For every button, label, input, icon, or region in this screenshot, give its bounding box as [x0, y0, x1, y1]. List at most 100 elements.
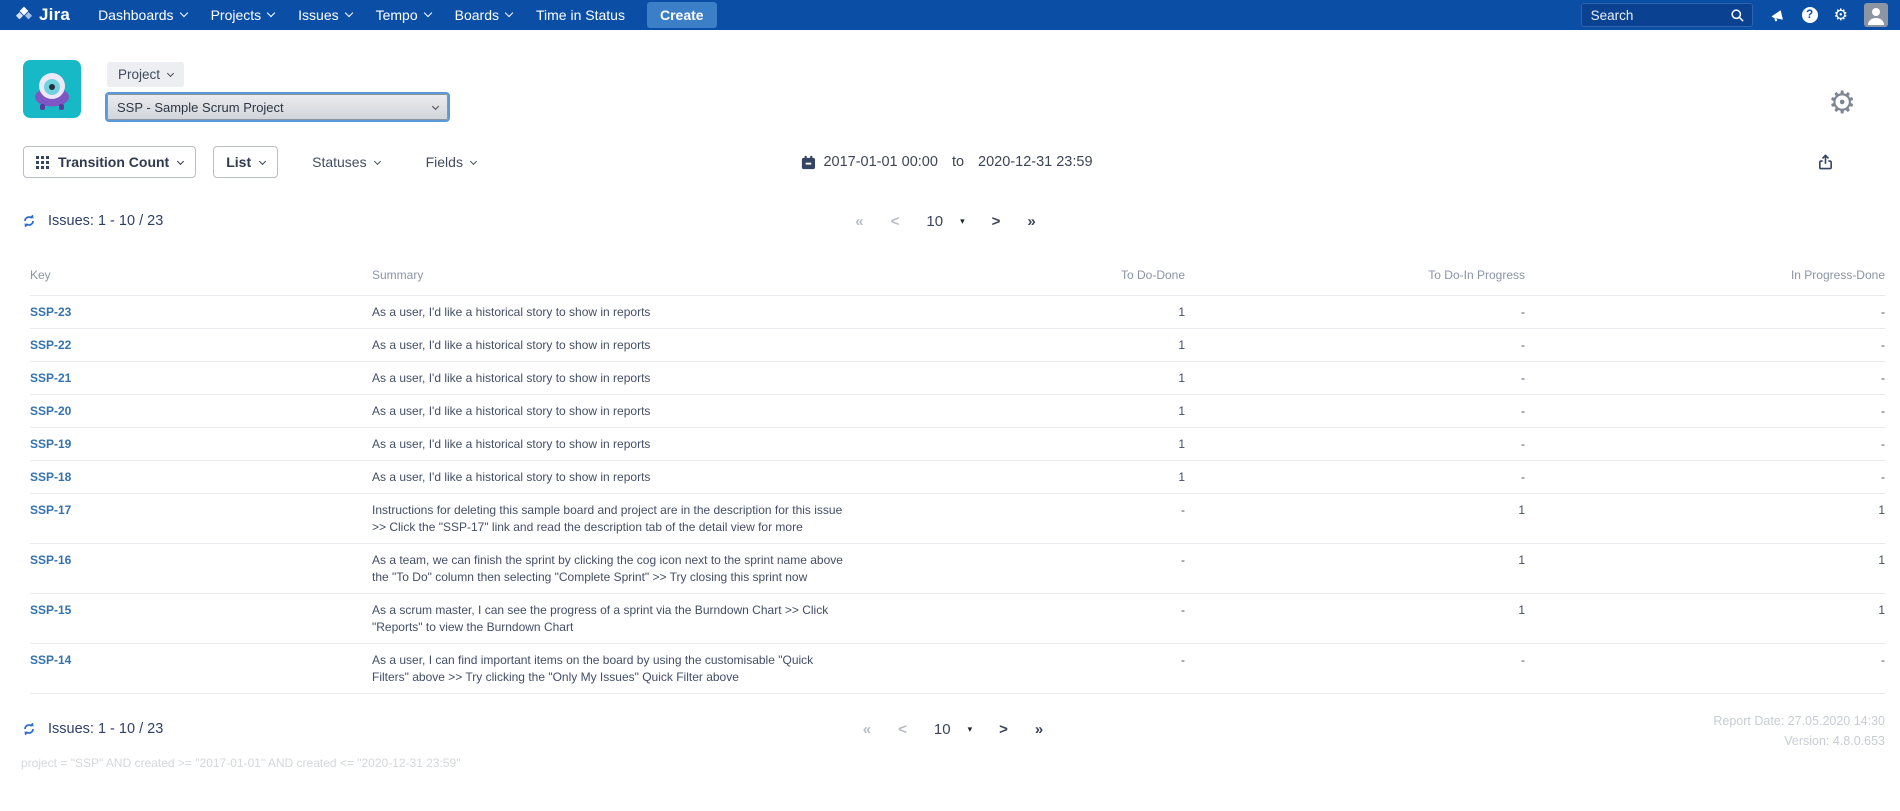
pagination-next-button[interactable]: >: [992, 213, 1001, 230]
nav-item-label: Tempo: [376, 7, 418, 23]
project-header: Project SSP - Sample Scrum Project ⚙: [0, 30, 1900, 120]
issue-key-link[interactable]: SSP-18: [30, 470, 71, 484]
issue-key-cell: SSP-17: [30, 494, 372, 544]
column-header-summary[interactable]: Summary: [372, 258, 862, 296]
chevron-down-icon: [374, 157, 381, 164]
nav-item-dashboards[interactable]: Dashboards: [86, 0, 199, 30]
nav-item-tempo[interactable]: Tempo: [364, 0, 443, 30]
issue-key-link[interactable]: SSP-19: [30, 437, 71, 451]
view-dropdown[interactable]: List: [213, 146, 278, 178]
chevron-down-icon: [505, 9, 513, 17]
issue-key-cell: SSP-16: [30, 544, 372, 594]
issue-key-link[interactable]: SSP-23: [30, 305, 71, 319]
column-header-inprogress-done[interactable]: In Progress-Done: [1525, 258, 1885, 296]
fields-dropdown[interactable]: Fields: [420, 153, 482, 171]
value-todo-inprogress: -: [1185, 296, 1525, 329]
results-bar-top: Issues: 1 - 10 / 23 « < 10 ▾ > »: [21, 210, 1870, 232]
pagination-last-button[interactable]: »: [1027, 213, 1035, 230]
project-select[interactable]: SSP - Sample Scrum Project: [107, 94, 448, 120]
jira-logo-icon: [14, 5, 34, 25]
jql-query-text: project = "SSP" AND created >= "2017-01-…: [21, 756, 1900, 770]
metric-dropdown[interactable]: Transition Count: [23, 146, 196, 178]
page-size-dropdown[interactable]: 10 ▾: [934, 721, 972, 738]
value-todo-done: 1: [862, 461, 1185, 494]
issues-count-label: Issues: 1 - 10 / 23: [48, 721, 163, 737]
issue-key-link[interactable]: SSP-16: [30, 553, 71, 567]
value-todo-done: 1: [862, 395, 1185, 428]
nav-item-label: Issues: [298, 7, 338, 23]
issue-key-cell: SSP-18: [30, 461, 372, 494]
date-from: 2017-01-01 00:00: [823, 154, 938, 170]
nav-item-label: Dashboards: [98, 7, 174, 23]
issue-key-cell: SSP-20: [30, 395, 372, 428]
report-toolbar: Transition Count List Statuses Fields 20…: [23, 146, 1870, 178]
refresh-button[interactable]: [21, 721, 37, 737]
refresh-button[interactable]: [21, 213, 37, 229]
nav-item-time-in-status[interactable]: Time in Status: [524, 0, 637, 30]
value-inprogress-done: -: [1525, 644, 1885, 694]
nav-item-issues[interactable]: Issues: [286, 0, 363, 30]
search-box: [1581, 3, 1753, 27]
value-todo-done: -: [862, 594, 1185, 644]
column-header-key[interactable]: Key: [30, 258, 372, 296]
issue-key-link[interactable]: SSP-22: [30, 338, 71, 352]
pagination-first-button[interactable]: «: [863, 721, 871, 738]
value-todo-inprogress: 1: [1185, 594, 1525, 644]
navbar-right: ? ⚙: [1581, 3, 1888, 27]
value-todo-done: 1: [862, 362, 1185, 395]
issues-table: Key Summary To Do-Done To Do-In Progress…: [30, 258, 1885, 694]
page-size-dropdown[interactable]: 10 ▾: [926, 213, 964, 230]
issue-summary: As a user, I'd like a historical story t…: [372, 329, 862, 362]
issue-key-link[interactable]: SSP-14: [30, 653, 71, 667]
help-icon[interactable]: ?: [1802, 7, 1818, 23]
issue-summary: Instructions for deleting this sample bo…: [372, 494, 862, 544]
chevron-down-icon: [267, 9, 275, 17]
report-settings-gear-icon[interactable]: ⚙: [1828, 88, 1856, 119]
pagination-first-button[interactable]: «: [855, 213, 863, 230]
value-inprogress-done: 1: [1525, 594, 1885, 644]
column-header-todo-inprogress[interactable]: To Do-In Progress: [1185, 258, 1525, 296]
search-icon[interactable]: [1730, 8, 1745, 23]
search-input[interactable]: [1589, 7, 1721, 24]
pagination-prev-button[interactable]: <: [898, 721, 907, 738]
column-header-todo-done[interactable]: To Do-Done: [862, 258, 1185, 296]
date-range-picker[interactable]: 2017-01-01 00:00 to 2020-12-31 23:59: [800, 154, 1092, 170]
pagination-top: « < 10 ▾ > »: [855, 213, 1035, 230]
issue-key-link[interactable]: SSP-17: [30, 503, 71, 517]
chevron-down-icon: [259, 157, 266, 164]
issue-key-link[interactable]: SSP-15: [30, 603, 71, 617]
issue-row: SSP-21As a user, I'd like a historical s…: [30, 362, 1885, 395]
nav-item-boards[interactable]: Boards: [443, 0, 524, 30]
pagination-last-button[interactable]: »: [1035, 721, 1043, 738]
value-todo-inprogress: -: [1185, 362, 1525, 395]
create-button[interactable]: Create: [647, 2, 717, 28]
user-avatar[interactable]: [1864, 3, 1888, 27]
value-todo-inprogress: -: [1185, 644, 1525, 694]
issue-summary: As a user, I can find important items on…: [372, 644, 862, 694]
issue-summary: As a user, I'd like a historical story t…: [372, 461, 862, 494]
issue-key-link[interactable]: SSP-20: [30, 404, 71, 418]
pagination-next-button[interactable]: >: [999, 721, 1008, 738]
announcements-icon[interactable]: [1769, 7, 1786, 23]
issues-count-label: Issues: 1 - 10 / 23: [48, 213, 163, 229]
issue-key-link[interactable]: SSP-21: [30, 371, 71, 385]
fields-dropdown-label: Fields: [426, 154, 463, 170]
caret-down-icon: ▾: [960, 216, 965, 227]
settings-gear-icon[interactable]: ⚙: [1834, 7, 1848, 23]
value-inprogress-done: -: [1525, 461, 1885, 494]
value-todo-done: -: [862, 494, 1185, 544]
jira-logo[interactable]: Jira: [14, 5, 70, 25]
chevron-down-icon: [179, 9, 187, 17]
statuses-dropdown[interactable]: Statuses: [306, 153, 385, 171]
pagination-prev-button[interactable]: <: [891, 213, 900, 230]
issue-summary: As a user, I'd like a historical story t…: [372, 428, 862, 461]
value-inprogress-done: -: [1525, 428, 1885, 461]
project-scope-dropdown[interactable]: Project: [107, 62, 184, 87]
refresh-icon: [21, 721, 37, 737]
chevron-down-icon: [344, 9, 352, 17]
nav-item-label: Projects: [211, 7, 262, 23]
export-button[interactable]: [1811, 152, 1840, 175]
nav-item-projects[interactable]: Projects: [199, 0, 287, 30]
value-todo-done: -: [862, 544, 1185, 594]
issue-summary: As a scrum master, I can see the progres…: [372, 594, 862, 644]
